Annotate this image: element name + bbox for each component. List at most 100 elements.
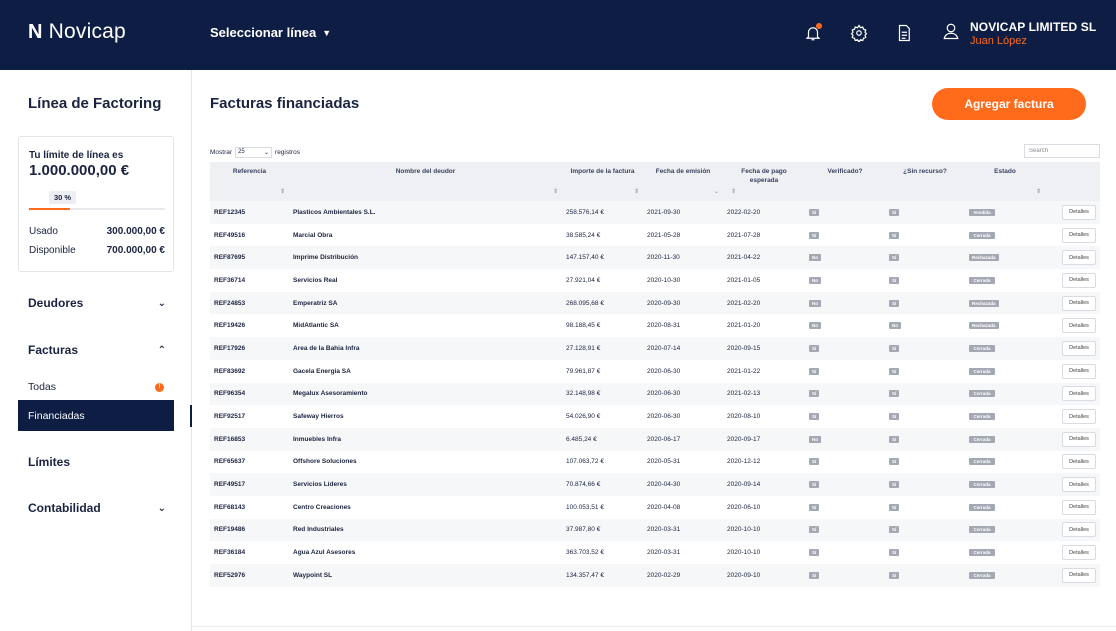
cell-debtor: Red Industriales — [293, 526, 344, 534]
cell-issue-date: 2020-11-30 — [647, 254, 680, 262]
cell-actions: Detalles — [1045, 246, 1100, 269]
cell-amount: 107.063,72 € — [566, 458, 604, 466]
documents-button[interactable] — [894, 22, 914, 44]
gear-icon — [850, 24, 868, 42]
verified-badge: Sí — [809, 231, 820, 239]
cell-recourse: Sí — [885, 360, 965, 383]
search-input[interactable] — [1024, 144, 1100, 158]
cell-ref: REF83692 — [214, 367, 246, 375]
cell-debtor: Gacela Energia SA — [293, 367, 351, 375]
table-row: REF17926 Area de la Bahia Infra 27.128,91 … — [210, 337, 1100, 360]
cell-actions: Detalles — [1045, 201, 1100, 224]
nav-facturas[interactable]: Facturas ⌃ — [28, 343, 166, 357]
cell-amount: 258.576,14 € — [566, 208, 604, 216]
used-row: Usado 300.000,00 € — [29, 226, 165, 237]
table-row: REF12345 Plasticos Ambientales S.L. 258.57… — [210, 201, 1100, 224]
cell-recourse: Sí — [885, 451, 965, 474]
novicap-logo[interactable]: N Novicap — [28, 20, 126, 44]
details-button[interactable]: Detalles — [1062, 227, 1096, 243]
notifications-button[interactable] — [803, 22, 823, 44]
cell-recourse: Sí — [885, 224, 965, 247]
details-button[interactable]: Detalles — [1062, 340, 1096, 356]
details-button[interactable]: Detalles — [1062, 545, 1096, 561]
cell-debtor: Agua Azul Asesores — [293, 549, 356, 557]
cell-debtor: Offshore Soluciones — [293, 458, 357, 466]
status-badge: Cerrada — [969, 413, 995, 421]
nav-financiadas[interactable]: Financiadas — [18, 400, 174, 431]
col-ref[interactable]: Referencia ⇕ — [210, 162, 289, 201]
status-badge: Cerrada — [969, 571, 995, 579]
verified-badge: Sí — [809, 458, 820, 466]
details-button[interactable]: Detalles — [1062, 454, 1096, 470]
nav-todas[interactable]: Todas — [28, 381, 56, 393]
nav-limites[interactable]: Límites — [28, 455, 166, 469]
details-button[interactable]: Detalles — [1062, 409, 1096, 425]
nav-contabilidad[interactable]: Contabilidad ⌄ — [28, 501, 166, 515]
cell-verified: Sí — [805, 541, 885, 564]
details-button[interactable]: Detalles — [1062, 295, 1096, 311]
cell-actions: Detalles — [1045, 314, 1100, 337]
cell-actions: Detalles — [1045, 224, 1100, 247]
cell-ref: REF52976 — [214, 571, 246, 579]
details-button[interactable]: Detalles — [1062, 499, 1096, 515]
details-button[interactable]: Detalles — [1062, 318, 1096, 334]
details-button[interactable]: Detalles — [1062, 477, 1096, 493]
active-indicator — [190, 405, 192, 427]
settings-button[interactable] — [849, 22, 869, 44]
cell-recourse: Sí — [885, 428, 965, 451]
cell-due-date: 2021-01-20 — [727, 322, 761, 330]
details-button[interactable]: Detalles — [1062, 250, 1096, 266]
details-button[interactable]: Detalles — [1062, 522, 1096, 538]
cell-amount: 38.585,24 € — [566, 231, 601, 239]
cell-status: Cerrada — [965, 451, 1045, 474]
top-bar: N Novicap Seleccionar línea ▼ NOVICAP LI… — [0, 0, 1116, 70]
details-button[interactable]: Detalles — [1062, 363, 1096, 379]
sort-icon: ⇕ — [279, 189, 285, 195]
add-invoice-button[interactable]: Agregar factura — [932, 88, 1086, 120]
alert-badge-icon: ! — [155, 383, 164, 392]
status-badge: Cerrada — [969, 458, 995, 466]
cell-actions: Detalles — [1045, 269, 1100, 292]
cell-debtor: Centro Creaciones — [293, 503, 351, 511]
verified-badge: Sí — [809, 390, 820, 398]
col-status[interactable]: Estado ⇕ — [965, 162, 1045, 201]
col-issue-date[interactable]: Fecha de emisión ⌄ — [643, 162, 723, 201]
cell-amount: 79.961,87 € — [566, 367, 601, 375]
cell-issue-date: 2020-08-31 — [647, 322, 681, 330]
nav-limites-label: Límites — [28, 455, 71, 469]
cell-due-date: 2021-02-13 — [727, 390, 761, 398]
verified-badge: Sí — [809, 549, 820, 557]
table-row: REF16853 Inmuebles Infra 6.485,24 € 2020-06… — [210, 427, 1100, 451]
cell-due-date: 2020-08-10 — [727, 413, 761, 421]
nav-deudores[interactable]: Deudores ⌄ — [28, 296, 166, 310]
cell-issue-date: 2021-09-30 — [647, 208, 681, 216]
line-selector[interactable]: Seleccionar línea ▼ — [210, 25, 331, 40]
cell-amount: 70.874,66 € — [566, 481, 601, 489]
status-badge: Cerrada — [969, 503, 995, 511]
cell-actions: Detalles — [1045, 428, 1100, 451]
cell-recourse: Sí — [885, 383, 965, 406]
recourse-badge: Sí — [889, 254, 900, 262]
status-badge: Cerrada — [969, 276, 995, 284]
status-badge: Rechazada — [969, 299, 999, 307]
col-debtor[interactable]: Nombre del deudor ⇕ — [289, 162, 562, 201]
details-button[interactable]: Detalles — [1062, 204, 1096, 220]
col-verified[interactable]: Verificado? — [805, 162, 885, 201]
user-menu[interactable]: NOVICAP LIMITED SL Juan López — [942, 20, 1096, 47]
col-due-date[interactable]: Fecha de pago esperada ⇕ — [723, 162, 805, 201]
cell-amount: 54.026,90 € — [566, 413, 601, 421]
sidebar: Línea de Factoring Tu límite de línea es… — [0, 70, 192, 631]
recourse-badge: Sí — [889, 344, 900, 352]
col-recourse[interactable]: ¿Sin recurso? — [885, 162, 965, 201]
details-button[interactable]: Detalles — [1062, 431, 1096, 447]
col-ref-label: Referencia — [232, 168, 267, 175]
page-size-select[interactable]: 25 ⌄ — [235, 147, 273, 158]
details-button[interactable]: Detalles — [1062, 386, 1096, 402]
table-row: REF19426 MidAtlantic SA 98.188,45 € 2020-08… — [210, 314, 1100, 337]
details-button[interactable]: Detalles — [1062, 272, 1096, 288]
cell-ref: REF17926 — [214, 344, 246, 352]
status-badge: Cerrada — [969, 367, 995, 375]
col-amount[interactable]: Importe de la factura ⇕ — [562, 162, 643, 201]
details-button[interactable]: Detalles — [1062, 567, 1096, 583]
cell-verified: No — [805, 292, 885, 315]
